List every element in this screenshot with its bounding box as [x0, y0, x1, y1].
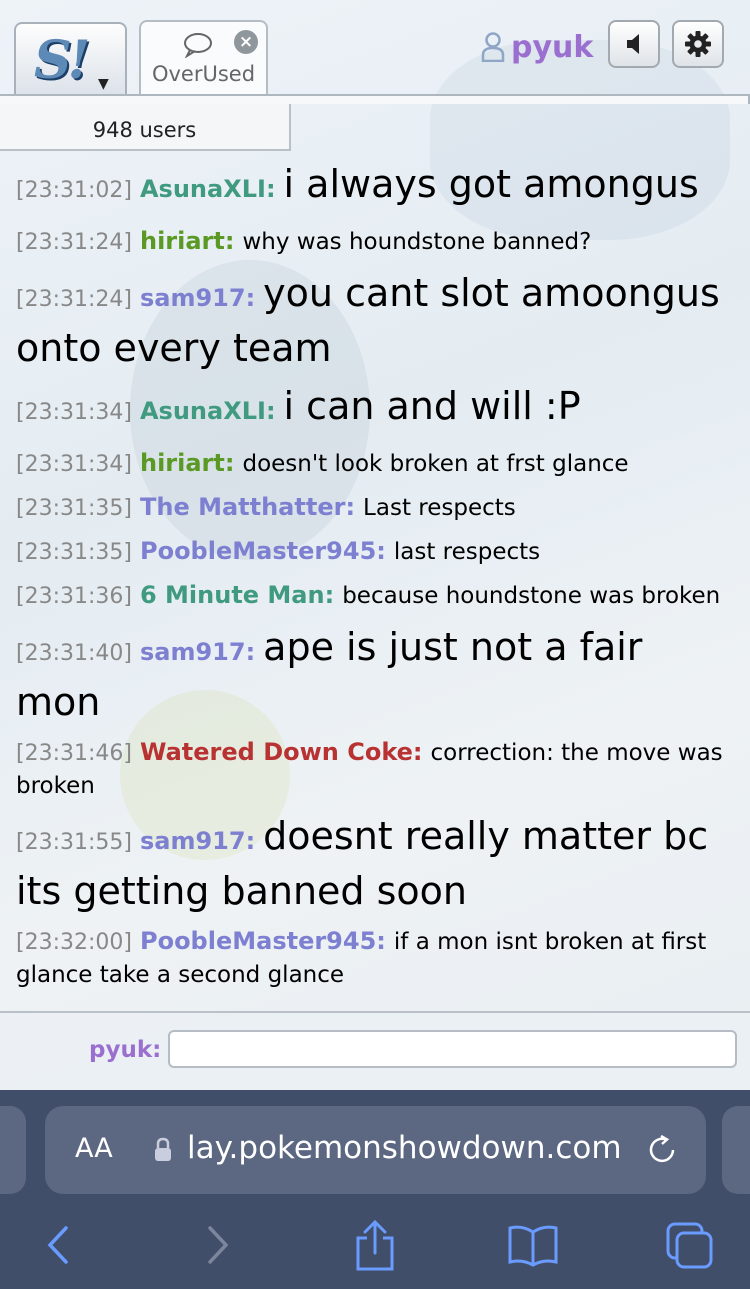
user-icon [481, 32, 505, 62]
message-username[interactable]: sam917: [140, 284, 255, 312]
chat-message: [23:31:24] sam917: you cant slot amoongus … [16, 269, 738, 372]
header-divider [0, 94, 750, 104]
message-timestamp: [23:31:46] [16, 741, 132, 766]
message-username[interactable]: PoobleMaster945: [140, 537, 386, 565]
room-tab-overused[interactable]: × OverUsed [139, 20, 268, 98]
message-text: i always got amongus [283, 162, 699, 206]
chat-input[interactable] [168, 1030, 737, 1068]
next-tab-preview[interactable] [722, 1106, 750, 1194]
reload-icon[interactable] [645, 1133, 679, 1167]
message-text: last respects [393, 539, 541, 565]
user-menu[interactable]: pyuk [481, 28, 593, 66]
message-username[interactable]: PoobleMaster945: [140, 927, 386, 955]
message-timestamp: [23:31:24] [16, 287, 132, 312]
sound-button[interactable] [608, 20, 660, 68]
message-timestamp: [23:31:35] [16, 496, 132, 521]
close-tab-icon[interactable]: × [234, 30, 258, 54]
message-username[interactable]: AsunaXLI: [140, 175, 276, 203]
message-text: doesn't look broken at frst glance [242, 451, 629, 477]
message-text: doesnt really matter bc its getting bann… [16, 814, 709, 913]
message-text: Last respects [363, 495, 516, 521]
header: S! ▼ × OverUsed pyuk [0, 0, 750, 104]
message-timestamp: [23:31:55] [16, 830, 132, 855]
message-timestamp: [23:31:36] [16, 584, 132, 609]
message-username[interactable]: hiriart: [140, 227, 234, 255]
chat-message: [23:31:40] sam917: ape is just not a fair … [16, 623, 738, 726]
lock-icon [155, 1137, 171, 1161]
room-tab-label: OverUsed [151, 62, 256, 86]
gear-icon [685, 31, 711, 57]
chat-message: [23:31:24] hiriart: why was houndstone ban… [16, 225, 738, 259]
message-username[interactable]: hiriart: [140, 449, 234, 477]
tabs-icon[interactable] [664, 1220, 716, 1272]
share-icon[interactable] [352, 1220, 398, 1272]
showdown-logo-button[interactable]: S! ▼ [14, 22, 127, 94]
message-username[interactable]: AsunaXLI: [140, 397, 276, 425]
message-text: ape is just not a fair mon [16, 625, 643, 724]
message-text: why was houndstone banned? [242, 229, 592, 255]
message-username[interactable]: sam917: [140, 638, 255, 666]
showdown-logo-icon: S! [34, 30, 90, 91]
message-username[interactable]: The Matthatter: [140, 493, 355, 521]
message-timestamp: [23:31:34] [16, 400, 132, 425]
chevron-down-icon: ▼ [98, 76, 109, 92]
message-timestamp: [23:31:34] [16, 452, 132, 477]
message-username[interactable]: Watered Down Coke: [140, 738, 423, 766]
chat-log: [23:31:02] AsunaXLI: i always got amongus[… [16, 160, 738, 1001]
message-timestamp: [23:31:02] [16, 178, 132, 203]
chat-message: [23:31:46] Watered Down Coke: correction: … [16, 736, 738, 802]
message-timestamp: [23:32:00] [16, 930, 132, 955]
chat-message: [23:31:55] sam917: doesnt really matter bc… [16, 812, 738, 915]
input-username-label: pyuk: [89, 1037, 162, 1063]
userlist-toggle[interactable]: 948 users [0, 104, 291, 151]
back-arrow-icon[interactable] [42, 1220, 72, 1270]
previous-tab-preview[interactable] [0, 1106, 26, 1194]
chat-message: [23:31:35] The Matthatter: Last respects [16, 491, 738, 525]
message-timestamp: [23:31:40] [16, 641, 132, 666]
browser-chrome: AA lay.pokemonshowdown.com [0, 1090, 750, 1289]
chat-message: [23:31:02] AsunaXLI: i always got amongus [16, 160, 738, 215]
message-username[interactable]: sam917: [140, 827, 255, 855]
chat-input-bar: pyuk: [0, 1011, 750, 1091]
settings-button[interactable] [672, 20, 724, 68]
chat-message: [23:32:00] PoobleMaster945: if a mon isnt … [16, 925, 738, 991]
chat-message: [23:31:35] PoobleMaster945: last respects [16, 535, 738, 569]
url-text: lay.pokemonshowdown.com [187, 1130, 622, 1166]
username: pyuk [511, 29, 594, 65]
chat-message: [23:31:36] 6 Minute Man: because houndston… [16, 579, 738, 613]
chat-message: [23:31:34] AsunaXLI: i can and will :P [16, 382, 738, 437]
message-text: i can and will :P [283, 384, 581, 428]
address-bar[interactable]: AA lay.pokemonshowdown.com [45, 1106, 706, 1194]
message-timestamp: [23:31:24] [16, 230, 132, 255]
forward-arrow-icon[interactable] [202, 1220, 232, 1270]
message-timestamp: [23:31:35] [16, 540, 132, 565]
speaker-icon [627, 34, 639, 54]
page-settings-button[interactable]: AA [75, 1133, 113, 1164]
message-username[interactable]: 6 Minute Man: [140, 581, 334, 609]
message-text: because houndstone was broken [342, 583, 721, 609]
chat-bubble-icon [184, 33, 212, 58]
bookmarks-icon[interactable] [506, 1220, 560, 1268]
message-text: you cant slot amoongus onto every team [16, 271, 720, 370]
chat-message: [23:31:34] hiriart: doesn't look broken at… [16, 447, 738, 481]
